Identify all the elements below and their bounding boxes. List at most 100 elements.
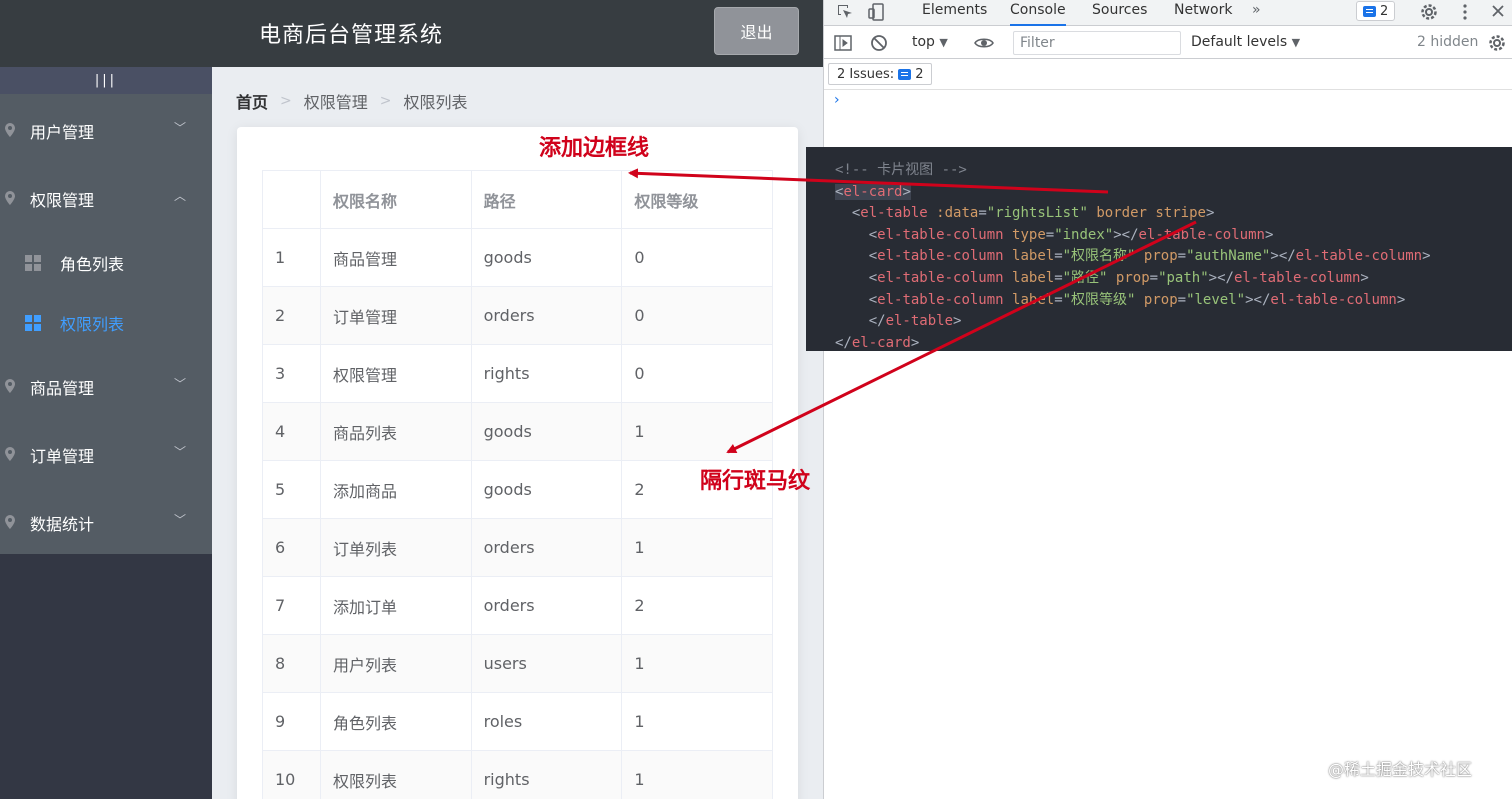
table-row: 3 权限管理 rights 0 xyxy=(262,344,773,403)
cell-name: 角色列表 xyxy=(319,692,472,751)
cell-index: 3 xyxy=(262,344,321,403)
gear-icon[interactable] xyxy=(1420,3,1438,21)
cell-path: goods xyxy=(470,402,623,461)
filter-input[interactable] xyxy=(1013,31,1181,55)
message-icon xyxy=(898,68,912,80)
sidebar-item-orders[interactable]: 订单管理 ﹀ xyxy=(0,427,212,483)
sidebar-subitem-label: 权限列表 xyxy=(60,315,125,334)
more-options-icon[interactable] xyxy=(1456,3,1474,21)
cell-index: 9 xyxy=(262,692,321,751)
annotation-border: 添加边框线 xyxy=(539,136,650,161)
cell-level: 2 xyxy=(621,576,773,635)
cell-name: 添加订单 xyxy=(319,576,472,635)
code-text: <el-table-column label="路径" prop="path">… xyxy=(868,269,1369,286)
cell-path: goods xyxy=(470,460,623,519)
sidebar-toggle-icon[interactable] xyxy=(834,34,852,52)
console-settings-icon[interactable] xyxy=(1488,34,1506,52)
tab-network[interactable]: Network xyxy=(1174,2,1232,18)
console-prompt[interactable]: › xyxy=(834,92,840,108)
code-line: </el-table> xyxy=(835,311,1512,333)
cell-path: rights xyxy=(470,750,623,799)
cell-level: 0 xyxy=(621,344,773,403)
more-tabs-icon[interactable]: » xyxy=(1252,2,1261,18)
cell-level: 1 xyxy=(621,692,773,751)
sidebar-subitem-roles[interactable]: 角色列表 xyxy=(0,238,212,288)
code-line: <el-table-column label="权限等级" prop="leve… xyxy=(835,290,1512,312)
code-text: </el-card> xyxy=(835,334,920,351)
menu-grid-icon xyxy=(25,255,41,271)
issues-button[interactable]: 2 Issues: 2 xyxy=(828,63,933,85)
sidebar-item-users[interactable]: 用户管理 ﹀ xyxy=(0,103,212,159)
column-header-level: 权限等级 xyxy=(621,170,773,229)
table-row: 2 订单管理 orders 0 xyxy=(262,286,773,345)
breadcrumb: 首页 > 权限管理 > 权限列表 xyxy=(236,89,468,113)
eye-icon[interactable] xyxy=(974,34,994,52)
rights-table: 权限名称 路径 权限等级 1 商品管理 goods 0 2 订单管理 orders 0 3 权限管… xyxy=(262,170,773,799)
cell-name: 商品管理 xyxy=(319,228,472,287)
annotation-stripe: 隔行斑马纹 xyxy=(700,469,811,494)
tab-elements[interactable]: Elements xyxy=(922,2,987,18)
devtools-tabbar: Elements Console Sources Network » 2 xyxy=(824,0,1512,26)
code-line: </el-card> xyxy=(835,333,1512,355)
code-text: <el-table :data="rightsList" border stri… xyxy=(851,205,1215,222)
table-row: 1 商品管理 goods 0 xyxy=(262,228,773,287)
cell-index: 5 xyxy=(262,460,321,519)
device-toolbar-icon[interactable] xyxy=(868,3,886,21)
location-icon xyxy=(5,515,15,529)
tab-console[interactable]: Console xyxy=(1010,2,1066,26)
cell-path: roles xyxy=(470,692,623,751)
sidebar-subitem-rights[interactable]: 权限列表 xyxy=(0,298,212,348)
column-header-path: 路径 xyxy=(470,170,623,229)
sidebar-item-reports[interactable]: 数据统计 ﹀ xyxy=(0,495,212,551)
close-icon[interactable] xyxy=(1490,3,1506,19)
logout-button[interactable]: 退出 xyxy=(714,7,799,55)
code-text: <el-table-column label="权限名称" prop="auth… xyxy=(868,248,1431,265)
code-line: <el-table-column label="路径" prop="path">… xyxy=(835,268,1512,290)
context-select[interactable]: top ▼ xyxy=(912,34,948,50)
cell-level: 1 xyxy=(621,634,773,693)
breadcrumb-item: 权限列表 xyxy=(403,93,468,112)
chevron-down-icon: ﹀ xyxy=(174,377,187,391)
cell-path: orders xyxy=(470,286,623,345)
breadcrumb-separator: > xyxy=(280,93,292,109)
sidebar-item-goods[interactable]: 商品管理 ﹀ xyxy=(0,359,212,415)
location-icon xyxy=(5,191,15,205)
context-select-value: top xyxy=(912,34,935,50)
inspect-element-icon[interactable] xyxy=(836,3,854,21)
table-row: 5 添加商品 goods 2 xyxy=(262,460,773,519)
issues-badge[interactable]: 2 xyxy=(1356,1,1396,21)
tab-sources[interactable]: Sources xyxy=(1092,2,1147,18)
cell-level: 1 xyxy=(621,402,773,461)
sidebar-item-rights[interactable]: 权限管理 ︿ xyxy=(0,171,212,227)
cell-name: 添加商品 xyxy=(319,460,472,519)
sidebar-item-label: 数据统计 xyxy=(30,515,95,534)
code-text: <el-table-column label="权限等级" prop="leve… xyxy=(868,291,1406,308)
issues-label: 2 Issues: xyxy=(837,66,895,82)
table-row: 6 订单列表 orders 1 xyxy=(262,518,773,577)
table-row: 7 添加订单 orders 2 xyxy=(262,576,773,635)
cell-index: 7 xyxy=(262,576,321,635)
log-levels-select[interactable]: Default levels ▼ xyxy=(1191,34,1300,50)
cell-level: 0 xyxy=(621,286,773,345)
breadcrumb-item: 权限管理 xyxy=(303,93,368,112)
code-tag: <el-card> xyxy=(835,183,911,200)
cell-name: 权限管理 xyxy=(319,344,472,403)
sidebar-item-label: 权限管理 xyxy=(30,191,95,210)
cell-path: orders xyxy=(470,576,623,635)
column-header-index xyxy=(262,170,321,229)
cell-level: 1 xyxy=(621,518,773,577)
cell-name: 订单管理 xyxy=(319,286,472,345)
clear-console-icon[interactable] xyxy=(870,34,888,52)
location-icon xyxy=(5,447,15,461)
column-header-name: 权限名称 xyxy=(319,170,472,229)
cell-index: 6 xyxy=(262,518,321,577)
cell-index: 2 xyxy=(262,286,321,345)
location-icon xyxy=(5,379,15,393)
breadcrumb-home[interactable]: 首页 xyxy=(236,89,268,113)
chevron-down-icon: ﹀ xyxy=(174,121,187,135)
sidebar-subitem-label: 角色列表 xyxy=(60,255,125,274)
collapse-toggle[interactable]: ||| xyxy=(0,67,212,94)
table-row: 8 用户列表 users 1 xyxy=(262,634,773,693)
cell-name: 用户列表 xyxy=(319,634,472,693)
cell-index: 10 xyxy=(262,750,321,799)
